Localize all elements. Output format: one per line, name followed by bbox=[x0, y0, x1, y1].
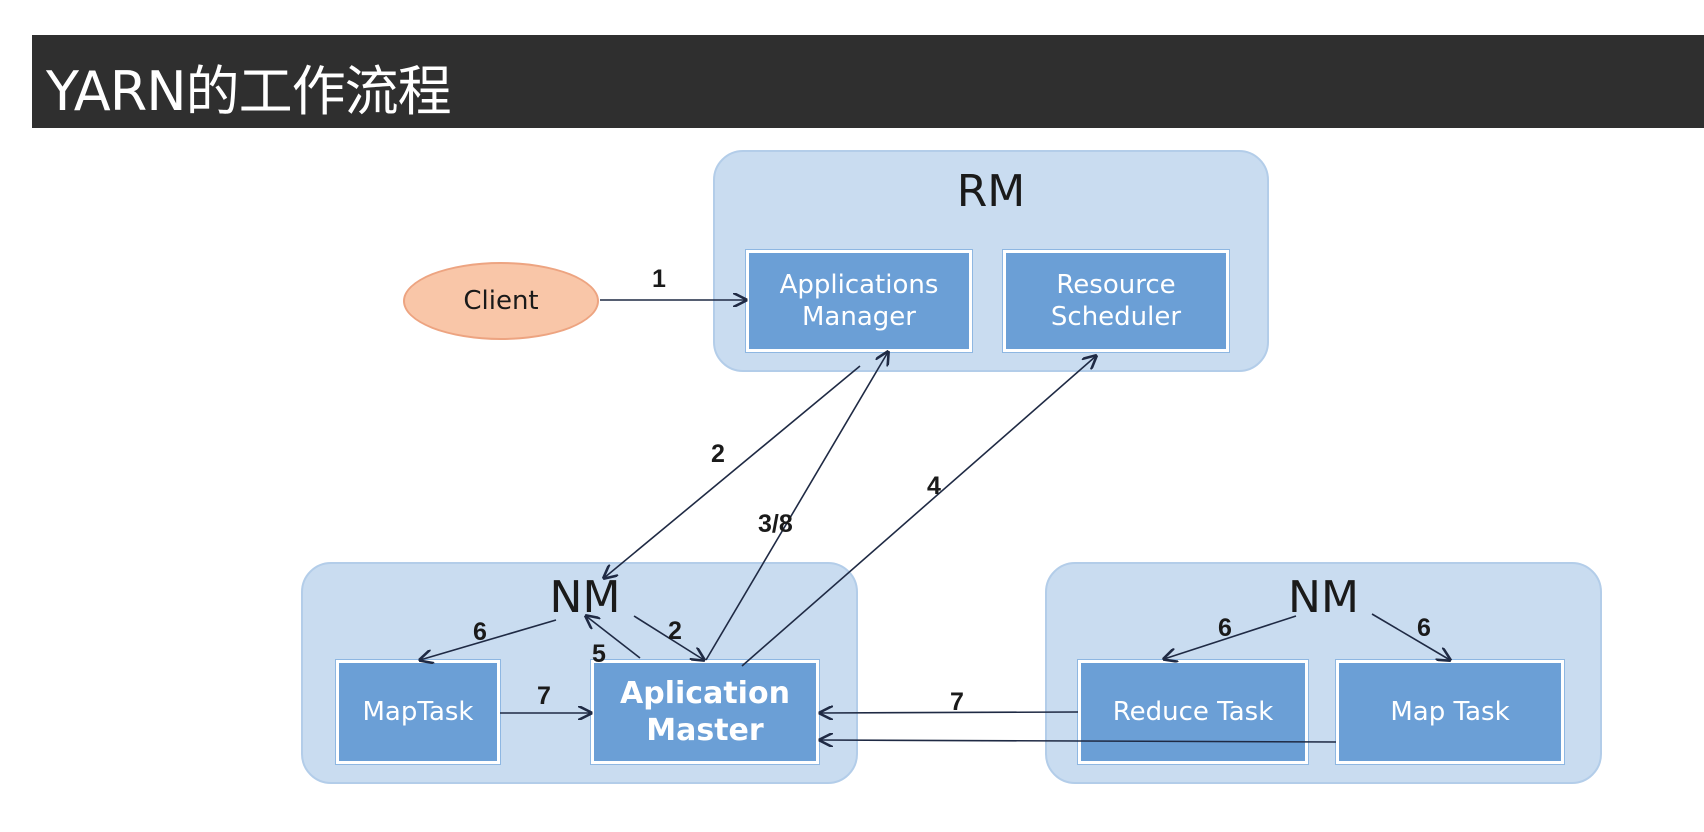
edge-label-4: 4 bbox=[927, 472, 941, 501]
arrow-appmaster-to-am bbox=[706, 352, 888, 660]
edge-label-2-am: 2 bbox=[711, 440, 725, 469]
arrow-reduce-to-appmaster bbox=[820, 712, 1078, 713]
edge-label-6-left: 6 bbox=[473, 618, 487, 647]
arrow-am-to-nm bbox=[604, 366, 860, 578]
arrow-appmaster-to-rs bbox=[742, 356, 1096, 666]
edge-label-2-nm: 2 bbox=[668, 617, 682, 646]
arrow-nm-to-map bbox=[1372, 614, 1450, 660]
arrow-map-to-appmaster bbox=[820, 740, 1336, 742]
edge-label-1: 1 bbox=[652, 265, 666, 294]
edge-label-5: 5 bbox=[592, 640, 606, 669]
edge-label-6-reduce: 6 bbox=[1218, 614, 1232, 643]
arrows-layer bbox=[0, 0, 1704, 832]
edge-label-7-right: 7 bbox=[950, 688, 964, 717]
arrow-nm-to-maptask bbox=[420, 620, 556, 660]
edge-label-7-left: 7 bbox=[537, 682, 551, 711]
edge-label-3-8: 3/8 bbox=[758, 510, 793, 539]
edge-label-6-map: 6 bbox=[1417, 614, 1431, 643]
